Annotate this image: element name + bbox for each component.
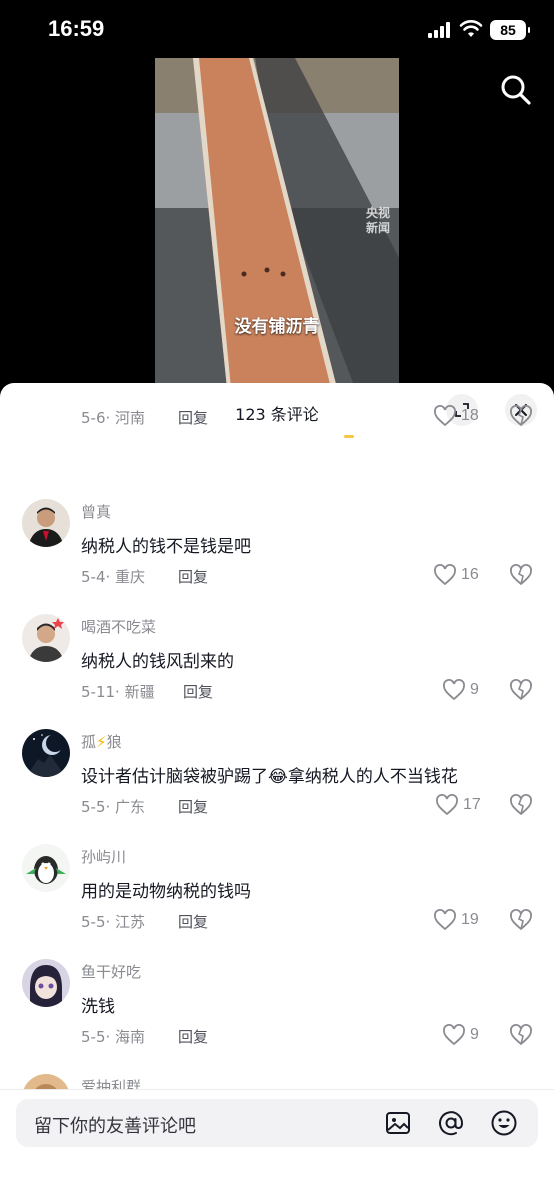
broken-heart-icon[interactable] [509, 1023, 533, 1047]
video-player[interactable]: 央视 新闻 没有铺沥青 [155, 58, 399, 388]
comment-username[interactable]: 孤⚡狼 [81, 731, 122, 752]
heart-icon [436, 794, 458, 816]
avatar[interactable] [22, 499, 70, 547]
reply-button[interactable]: 回复 [178, 1026, 208, 1047]
comment-username[interactable]: 喝酒不吃菜 [81, 616, 156, 637]
status-bar: 16:59 85 [0, 0, 554, 60]
avatar[interactable] [22, 959, 70, 1007]
comment-item: 曾真 纳税人的钱不是钱是吧 5-4· 重庆 回复 16 [0, 499, 554, 614]
like-count: 9 [470, 1026, 479, 1043]
like-button[interactable]: 18 [433, 404, 479, 428]
comment-text: 设计者估计脑袋被驴踢了😂拿纳税人的人不当钱花 [81, 767, 458, 787]
laughing-emoji: 😂 [268, 767, 288, 787]
status-time: 16:59 [48, 16, 105, 41]
comment-item: 5-6· 河南 回复 18 [0, 383, 554, 455]
like-button[interactable]: 16 [433, 563, 479, 587]
comment-item: 孙屿川 用的是动物纳税的钱吗 5-5· 江苏 回复 19 [0, 844, 554, 959]
like-count: 16 [461, 566, 479, 583]
heart-icon [443, 679, 465, 701]
comment-text: 洗钱 [81, 997, 115, 1017]
comment-meta: 5-6· 河南 [81, 409, 146, 427]
comment-meta: 5-5· 广东 [81, 798, 146, 816]
cellular-signal-icon [428, 22, 450, 38]
comment-sheet: 123 条评论 5-6· 河南 回复 18 曾真 纳税人的钱不是钱是吧 5-4·… [0, 383, 554, 1199]
heart-icon [434, 564, 456, 586]
video-frame [155, 58, 399, 388]
comment-input-bar: 留下你的友善评论吧 [0, 1089, 554, 1199]
watermark-line-1: 央视 [366, 206, 391, 220]
video-subtitle: 没有铺沥青 [234, 317, 320, 337]
image-icon[interactable] [384, 1109, 412, 1137]
reply-button[interactable]: 回复 [178, 407, 208, 428]
like-button[interactable]: 9 [442, 678, 479, 702]
comment-meta: 5-5· 江苏 [81, 913, 146, 931]
like-count: 17 [463, 796, 481, 813]
broken-heart-icon[interactable] [509, 563, 533, 587]
comment-meta: 5-5· 海南 [81, 1028, 146, 1046]
battery-indicator: 85 [490, 20, 530, 40]
video-watermark: 央视 新闻 [366, 206, 390, 236]
comment-input[interactable]: 留下你的友善评论吧 [16, 1099, 538, 1147]
at-icon[interactable] [437, 1109, 465, 1137]
like-count: 9 [470, 681, 479, 698]
comment-item: 喝酒不吃菜 纳税人的钱风刮来的 5-11· 新疆 回复 9 [0, 614, 554, 729]
comment-text: 纳税人的钱不是钱是吧 [81, 537, 251, 557]
avatar[interactable] [22, 614, 70, 662]
comment-text: 纳税人的钱风刮来的 [81, 652, 234, 672]
like-count: 18 [461, 407, 479, 424]
comment-text: 用的是动物纳税的钱吗 [81, 882, 251, 902]
reply-button[interactable]: 回复 [178, 566, 208, 587]
broken-heart-icon[interactable] [509, 908, 533, 932]
comment-username[interactable]: 孙屿川 [81, 846, 126, 867]
lightning-emoji: ⚡ [96, 733, 107, 751]
comment-item: 鱼干好吃 洗钱 5-5· 海南 回复 9 [0, 959, 554, 1074]
comment-username[interactable]: 鱼干好吃 [81, 961, 141, 982]
avatar[interactable] [22, 729, 70, 777]
like-count: 19 [461, 911, 479, 928]
reply-button[interactable]: 回复 [178, 796, 208, 817]
comment-item: 孤⚡狼 设计者估计脑袋被驴踢了😂拿纳税人的人不当钱花 5-5· 广东 回复 17 [0, 729, 554, 844]
heart-icon [443, 1024, 465, 1046]
comment-username[interactable]: 曾真 [81, 501, 111, 522]
like-button[interactable]: 9 [442, 1023, 479, 1047]
heart-icon [434, 909, 456, 931]
comment-meta: 5-11· 新疆 [81, 683, 155, 701]
wifi-icon [459, 20, 483, 37]
heart-icon [434, 405, 456, 427]
broken-heart-icon[interactable] [509, 793, 533, 817]
broken-heart-icon[interactable] [509, 678, 533, 702]
like-button[interactable]: 17 [435, 793, 481, 817]
search-icon[interactable] [498, 72, 534, 108]
watermark-line-2: 新闻 [366, 221, 391, 235]
broken-heart-icon[interactable] [509, 404, 533, 428]
reply-button[interactable]: 回复 [178, 911, 208, 932]
comment-meta: 5-4· 重庆 [81, 568, 146, 586]
emoji-icon[interactable] [490, 1109, 518, 1137]
input-placeholder: 留下你的友善评论吧 [34, 1116, 196, 1137]
like-button[interactable]: 19 [433, 908, 479, 932]
avatar[interactable] [22, 844, 70, 892]
reply-button[interactable]: 回复 [183, 681, 213, 702]
